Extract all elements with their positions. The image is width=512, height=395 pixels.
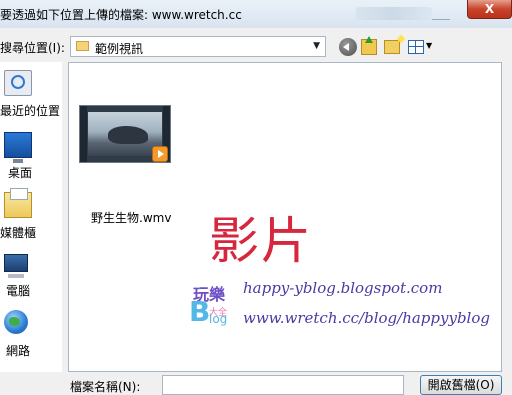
- desktop-icon: [4, 132, 32, 163]
- file-name-label: 檔案名稱(N):: [70, 380, 141, 394]
- libraries-icon: [4, 188, 32, 218]
- place-label: 網路: [6, 344, 31, 358]
- close-button[interactable]: X: [467, 0, 512, 19]
- video-thumbnail: [88, 112, 162, 156]
- logo-letter: B: [189, 295, 211, 328]
- place-label: 媒體櫃: [0, 226, 37, 240]
- watermark-title: 影片: [209, 212, 313, 270]
- look-in-label: 搜尋位置(I):: [0, 41, 65, 55]
- back-icon[interactable]: [339, 38, 357, 56]
- place-computer[interactable]: 電腦: [0, 246, 62, 306]
- view-menu-arrow-icon[interactable]: ▼: [426, 41, 432, 50]
- place-label: 最近的位置: [0, 104, 61, 118]
- window-title: 要透過如下位置上傳的檔案: www.wretch.cc: [0, 8, 242, 22]
- place-label: 電腦: [6, 284, 31, 298]
- file-item[interactable]: 野生生物.wmv: [75, 103, 185, 225]
- view-menu-icon[interactable]: [408, 40, 424, 54]
- watermark-wretch-url: www.wretch.cc/blog/happyyblog: [243, 309, 490, 327]
- up-folder-icon[interactable]: [361, 36, 377, 55]
- thumbnail-subject: [108, 126, 148, 144]
- film-strip: [80, 106, 87, 162]
- place-libraries[interactable]: 媒體櫃: [0, 188, 62, 248]
- new-folder-icon[interactable]: [384, 40, 400, 54]
- title-bar: 要透過如下位置上傳的檔案: www.wretch.cc X: [0, 0, 512, 28]
- file-name-field[interactable]: [162, 375, 404, 395]
- watermark-blog-url: happy-yblog.blogspot.com: [243, 279, 443, 297]
- place-network[interactable]: 網路: [0, 306, 62, 366]
- logo-log-text: log: [209, 312, 228, 326]
- places-bar: 最近的位置 桌面 媒體櫃 電腦 網路: [0, 62, 62, 372]
- recent-places-icon: [4, 70, 32, 96]
- network-icon: [4, 310, 28, 334]
- title-bar-blur: [356, 7, 432, 20]
- folder-icon: [76, 41, 89, 51]
- blog-logo: 玩樂 B 大全 log: [189, 281, 233, 328]
- place-recent[interactable]: 最近的位置: [0, 66, 62, 126]
- look-in-combo[interactable]: 範例視訊 ▼: [70, 36, 326, 57]
- video-file-icon: [79, 105, 171, 163]
- play-icon: [152, 146, 168, 162]
- file-list[interactable]: 野生生物.wmv 影片 玩樂 B 大全 log happy-yblog.blog…: [68, 62, 502, 372]
- computer-icon: [4, 254, 28, 278]
- place-desktop[interactable]: 桌面: [0, 128, 62, 188]
- file-name: 野生生物.wmv: [91, 211, 172, 225]
- place-label: 桌面: [8, 166, 33, 180]
- look-in-value: 範例視訊: [95, 42, 144, 56]
- chevron-down-icon[interactable]: ▼: [313, 41, 320, 51]
- minimize-icon[interactable]: [432, 12, 450, 20]
- open-button[interactable]: 開啟舊檔(O): [420, 375, 502, 395]
